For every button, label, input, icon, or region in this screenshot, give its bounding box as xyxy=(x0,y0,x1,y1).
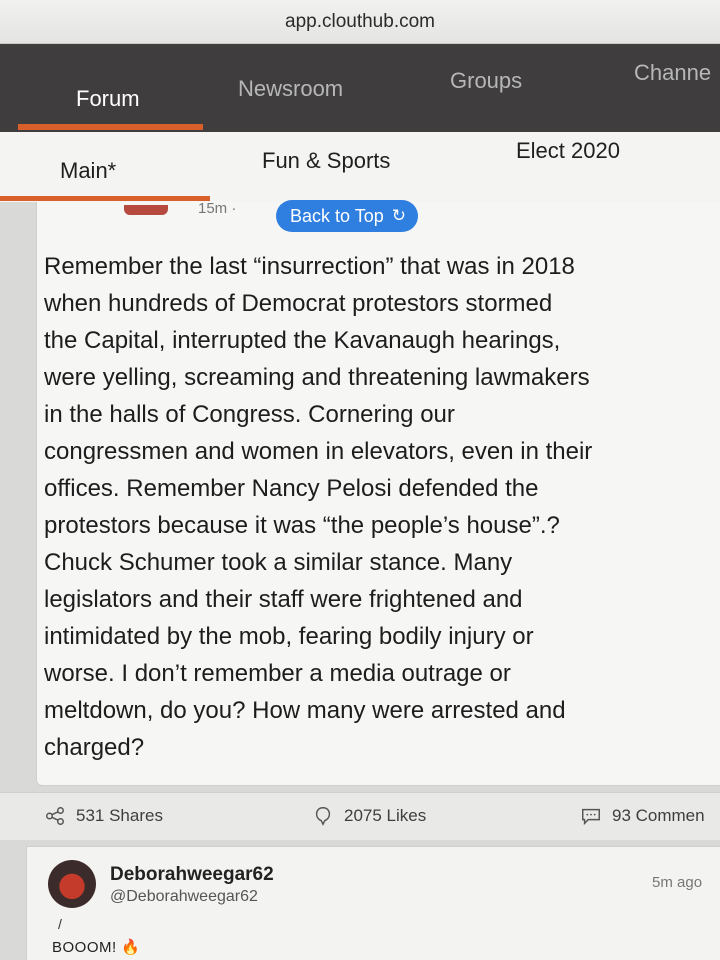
like-count: 2075 Likes xyxy=(344,806,427,825)
refresh-icon: ↻ xyxy=(391,206,406,225)
address-bar[interactable]: app.clouthub.com xyxy=(0,0,720,44)
avatar[interactable] xyxy=(48,860,96,908)
subtab-elect-2020[interactable]: Elect 2020 xyxy=(516,138,620,164)
post-body: Remember the last “insurrection” that wa… xyxy=(44,253,593,761)
back-to-top-button[interactable]: Back to Top ↻ xyxy=(276,200,418,232)
main-nav: Forum Newsroom Groups Channe xyxy=(0,44,720,132)
share-button[interactable]: 531 Shares xyxy=(44,805,163,827)
comment-timestamp: 5m ago xyxy=(652,874,703,891)
post-actions-bar: 531 Shares 2075 Likes 93 Commen xyxy=(0,792,720,840)
comment-author-handle[interactable]: @Deborahweegar62 xyxy=(110,888,258,906)
tab-forum[interactable]: Forum xyxy=(76,86,140,112)
active-subtab-indicator xyxy=(0,196,210,201)
comment-icon xyxy=(582,808,600,826)
comment-text: BOOOM! 🔥 xyxy=(52,939,141,956)
url-text: app.clouthub.com xyxy=(285,10,435,32)
active-tab-indicator xyxy=(18,124,203,130)
tab-groups[interactable]: Groups xyxy=(450,68,522,94)
share-icon xyxy=(46,807,64,825)
tab-channels[interactable]: Channe xyxy=(634,60,711,86)
back-to-top-label: Back to Top xyxy=(290,205,384,226)
like-button[interactable]: 2075 Likes xyxy=(312,805,426,827)
subtab-fun-sports[interactable]: Fun & Sports xyxy=(262,148,390,174)
share-count: 531 Shares xyxy=(76,806,163,825)
like-icon xyxy=(315,807,331,826)
post-avatar[interactable] xyxy=(124,205,168,215)
comment-count: 93 Commen xyxy=(612,806,705,825)
forum-subnav: Main* Fun & Sports Elect 2020 xyxy=(0,132,720,202)
post-timestamp: 15m · xyxy=(198,200,237,217)
comment-mark: / xyxy=(58,916,62,932)
subtab-main[interactable]: Main* xyxy=(60,158,116,184)
comment-button[interactable]: 93 Commen xyxy=(580,805,705,827)
comment-author-name[interactable]: Deborahweegar62 xyxy=(110,864,274,886)
tab-newsroom[interactable]: Newsroom xyxy=(238,76,343,102)
